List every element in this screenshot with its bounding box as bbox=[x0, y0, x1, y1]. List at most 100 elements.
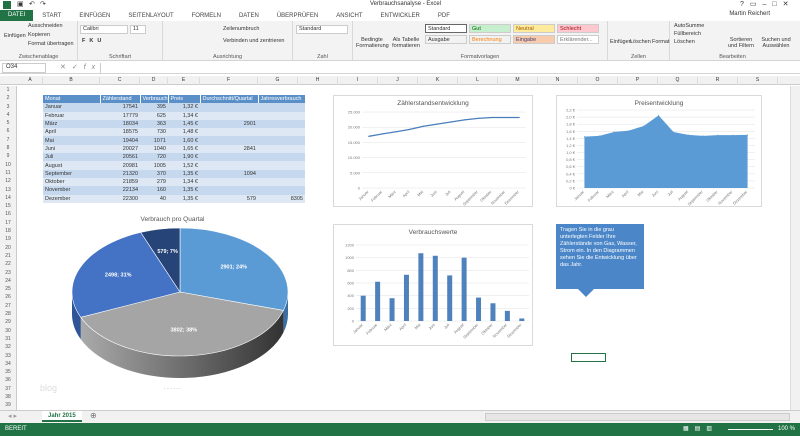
row-header[interactable]: 25 bbox=[0, 285, 16, 293]
column-header[interactable]: E bbox=[168, 77, 200, 85]
table-cell[interactable]: April bbox=[43, 128, 100, 137]
horizontal-scrollbar[interactable] bbox=[485, 413, 790, 421]
table-cell[interactable]: 8305 bbox=[258, 194, 305, 203]
style-good[interactable]: Gut bbox=[469, 24, 511, 33]
column-header[interactable]: A bbox=[18, 77, 43, 85]
row-header[interactable]: 12 bbox=[0, 177, 16, 185]
copy-button[interactable]: Kopieren bbox=[28, 32, 50, 38]
format-as-table-button[interactable]: Als Tabelle formatieren bbox=[391, 37, 421, 49]
tab-data[interactable]: DATEN bbox=[230, 13, 268, 19]
column-header[interactable]: N bbox=[538, 77, 578, 85]
fill-button[interactable]: Füllbereich bbox=[674, 31, 701, 37]
clear-button[interactable]: Löschen bbox=[674, 39, 695, 45]
table-cell[interactable]: 40 bbox=[140, 194, 168, 203]
row-header[interactable]: 26 bbox=[0, 293, 16, 301]
callout-note[interactable]: Tragen Sie in die grau unterlegten Felde… bbox=[556, 224, 644, 297]
table-cell[interactable]: 1005 bbox=[140, 161, 168, 170]
row-header[interactable]: 1 bbox=[0, 86, 16, 94]
table-cell[interactable] bbox=[258, 119, 305, 129]
row-header[interactable]: 37 bbox=[0, 385, 16, 393]
table-cell[interactable]: Juli bbox=[43, 153, 100, 162]
table-cell[interactable]: 363 bbox=[140, 119, 168, 129]
table-cell[interactable] bbox=[258, 128, 305, 137]
table-header[interactable]: Verbrauch (kWh) bbox=[140, 95, 169, 104]
autosum-button[interactable]: AutoSumme bbox=[674, 23, 704, 29]
column-header[interactable]: I bbox=[338, 77, 378, 85]
table-cell[interactable] bbox=[200, 153, 258, 162]
vertical-scrollbar[interactable] bbox=[790, 86, 800, 410]
zoom-slider[interactable] bbox=[728, 429, 773, 430]
row-header[interactable]: 30 bbox=[0, 327, 16, 335]
table-cell[interactable]: Oktober bbox=[43, 177, 100, 187]
table-cell[interactable]: 22300 bbox=[100, 194, 140, 203]
wrap-text-button[interactable]: Zeilenumbruch bbox=[223, 26, 259, 32]
row-header[interactable]: 23 bbox=[0, 269, 16, 277]
zoom-level[interactable]: 100 % bbox=[778, 426, 795, 432]
row-header[interactable]: 27 bbox=[0, 302, 16, 310]
row-header[interactable]: 19 bbox=[0, 235, 16, 243]
sheet-tab-active[interactable]: Jahr 2015 bbox=[42, 411, 82, 422]
table-header[interactable]: Durchschnitt/Quartal bbox=[200, 95, 259, 104]
table-cell[interactable]: 279 bbox=[140, 177, 168, 187]
table-header[interactable]: Zählerstand bbox=[100, 95, 141, 104]
table-cell[interactable]: 1094 bbox=[200, 169, 258, 178]
table-cell[interactable] bbox=[258, 177, 305, 187]
table-cell[interactable]: 370 bbox=[140, 169, 168, 178]
tab-file[interactable]: DATEI bbox=[0, 10, 34, 21]
tab-insert[interactable]: EINFÜGEN bbox=[70, 13, 119, 19]
table-cell[interactable] bbox=[258, 153, 305, 162]
find-select-button[interactable]: Suchen und Auswählen bbox=[760, 37, 792, 49]
tab-developer[interactable]: ENTWICKLER bbox=[372, 13, 429, 19]
table-cell[interactable]: 1071 bbox=[140, 136, 168, 145]
row-header[interactable]: 4 bbox=[0, 111, 16, 119]
table-cell[interactable]: 1,35 € bbox=[168, 186, 200, 195]
undo-icon[interactable]: ↶ bbox=[29, 0, 35, 8]
table-cell[interactable]: 21320 bbox=[100, 169, 140, 178]
table-cell[interactable] bbox=[200, 136, 258, 145]
font-format-buttons[interactable]: FKU bbox=[82, 38, 105, 44]
delete-cells-button[interactable]: Löschen bbox=[630, 39, 651, 45]
table-cell[interactable]: November bbox=[43, 186, 100, 195]
table-cell[interactable]: Juni bbox=[43, 144, 100, 154]
conditional-formatting-button[interactable]: Bedingte Formatierung bbox=[356, 37, 389, 49]
table-cell[interactable]: 625 bbox=[140, 111, 168, 120]
sort-filter-button[interactable]: Sortieren und Filtern bbox=[725, 37, 757, 49]
table-header[interactable]: Jahresverbrauch bbox=[258, 95, 306, 104]
column-header[interactable]: S bbox=[738, 77, 778, 85]
column-header[interactable]: G bbox=[258, 77, 298, 85]
row-header[interactable]: 11 bbox=[0, 169, 16, 177]
table-cell[interactable]: Januar bbox=[43, 103, 100, 112]
column-header[interactable]: M bbox=[498, 77, 538, 85]
table-cell[interactable]: September bbox=[43, 169, 100, 178]
table-cell[interactable]: Dezember bbox=[43, 194, 100, 203]
style-neutral[interactable]: Neutral bbox=[513, 24, 555, 33]
table-cell[interactable]: 19404 bbox=[100, 136, 140, 145]
column-header[interactable]: B bbox=[43, 77, 100, 85]
table-cell[interactable]: 18034 bbox=[100, 119, 140, 129]
row-header[interactable]: 38 bbox=[0, 393, 16, 401]
table-cell[interactable]: 395 bbox=[140, 103, 168, 112]
table-cell[interactable]: 22134 bbox=[100, 186, 140, 195]
table-cell[interactable]: 1,52 € bbox=[168, 161, 200, 170]
formula-input[interactable] bbox=[100, 63, 796, 73]
column-header[interactable]: C bbox=[100, 77, 140, 85]
row-header[interactable]: 36 bbox=[0, 376, 16, 384]
tab-review[interactable]: ÜBERPRÜFEN bbox=[268, 13, 327, 19]
table-cell[interactable]: 1,45 € bbox=[168, 119, 200, 129]
table-cell[interactable]: 18575 bbox=[100, 128, 140, 137]
tab-view[interactable]: ANSICHT bbox=[327, 13, 371, 19]
table-cell[interactable]: 1,35 € bbox=[168, 194, 200, 203]
formula-buttons[interactable]: ✕✓fx bbox=[60, 63, 101, 71]
row-header[interactable]: 5 bbox=[0, 119, 16, 127]
row-header[interactable]: 16 bbox=[0, 210, 16, 218]
table-cell[interactable]: 1,32 € bbox=[168, 103, 200, 112]
pie-chart[interactable]: Verbrauch pro Quartal 2901; 24% 3802; 38%… bbox=[40, 212, 305, 402]
table-cell[interactable]: 1040 bbox=[140, 144, 168, 154]
table-cell[interactable] bbox=[200, 186, 258, 195]
view-buttons[interactable]: ▦▤▥ bbox=[683, 425, 718, 432]
style-bad[interactable]: Schlecht bbox=[557, 24, 599, 33]
column-header[interactable]: J bbox=[378, 77, 418, 85]
table-cell[interactable]: August bbox=[43, 161, 100, 170]
table-cell[interactable]: 1,65 € bbox=[168, 144, 200, 154]
table-cell[interactable] bbox=[200, 128, 258, 137]
